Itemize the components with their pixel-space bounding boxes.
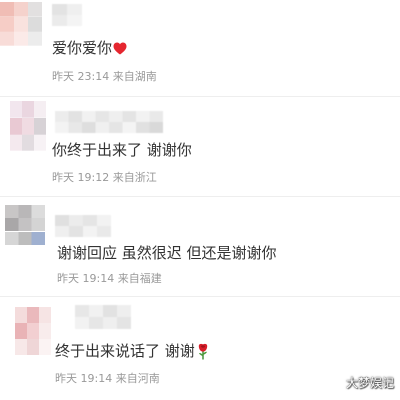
comment-item[interactable]: 终于出来说话了 谢谢 昨天 19:14 来自河南 xyxy=(0,297,400,396)
rose-icon xyxy=(198,343,207,359)
comment-time: 昨天 23:14 xyxy=(52,70,110,83)
avatar[interactable] xyxy=(10,101,46,151)
comment-time: 昨天 19:14 xyxy=(57,272,115,285)
comment-list: 爱你爱你 昨天 23:14 来自湖南 你终于出来了 谢谢你 昨天 19:12 来… xyxy=(0,0,400,400)
username-blurred[interactable] xyxy=(55,111,163,133)
comment-time: 昨天 19:12 xyxy=(52,171,110,184)
comment-text-content: 爱你爱你 xyxy=(52,39,113,57)
comment-text: 终于出来说话了 谢谢 xyxy=(55,342,210,360)
comment-text-content: 谢谢回应 虽然很迟 但还是谢谢你 xyxy=(57,244,277,262)
comment-location: 来自福建 xyxy=(117,272,162,285)
comment-location: 来自浙江 xyxy=(112,171,157,184)
comment-meta: 昨天 23:14 来自湖南 xyxy=(52,70,157,83)
comment-location: 来自河南 xyxy=(115,372,160,385)
avatar[interactable] xyxy=(5,205,45,245)
comment-time: 昨天 19:14 xyxy=(55,372,113,385)
comment-meta: 昨天 19:14 来自河南 xyxy=(55,372,160,385)
comment-text: 谢谢回应 虽然很迟 但还是谢谢你 xyxy=(57,244,277,262)
avatar[interactable] xyxy=(0,2,42,46)
comment-text-content: 你终于出来了 谢谢你 xyxy=(52,141,192,159)
comment-meta: 昨天 19:14 来自福建 xyxy=(57,272,162,285)
comment-meta: 昨天 19:12 来自浙江 xyxy=(52,171,157,184)
comment-item[interactable]: 谢谢回应 虽然很迟 但还是谢谢你 昨天 19:14 来自福建 xyxy=(0,197,400,296)
username-blurred[interactable] xyxy=(52,4,82,26)
comment-text: 你终于出来了 谢谢你 xyxy=(52,141,192,159)
heart-icon xyxy=(113,42,127,54)
avatar[interactable] xyxy=(15,307,51,355)
comment-location: 来自湖南 xyxy=(112,70,157,83)
username-blurred[interactable] xyxy=(75,305,131,329)
watermark: 大梦娱记 xyxy=(345,376,394,390)
comment-item[interactable]: 爱你爱你 昨天 23:14 来自湖南 xyxy=(0,0,400,99)
comment-item[interactable]: 你终于出来了 谢谢你 昨天 19:12 来自浙江 xyxy=(0,97,400,196)
comment-text: 爱你爱你 xyxy=(52,39,127,57)
username-blurred[interactable] xyxy=(55,215,111,237)
comment-text-content: 终于出来说话了 谢谢 xyxy=(55,342,195,360)
